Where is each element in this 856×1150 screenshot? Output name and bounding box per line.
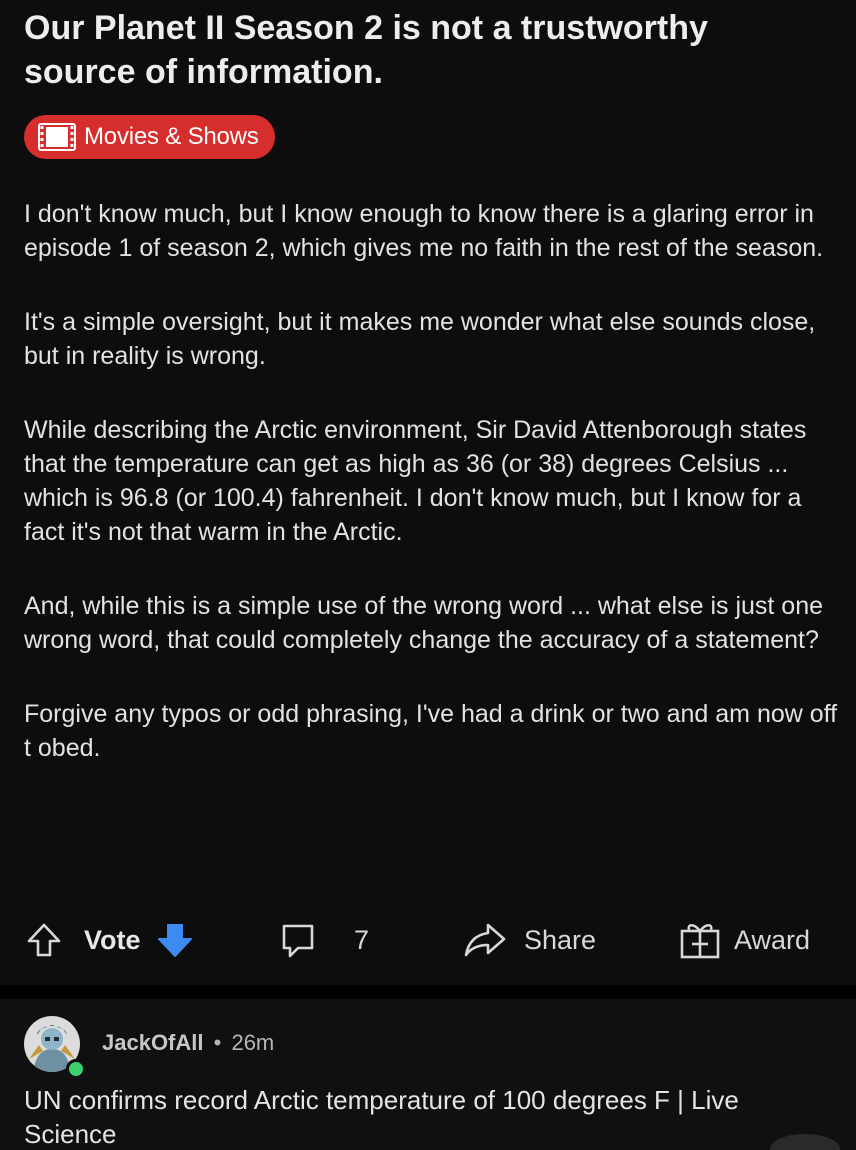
comment-username[interactable]: JackOfAll xyxy=(102,1030,204,1055)
online-status-indicator xyxy=(66,1059,86,1079)
gift-box-icon xyxy=(678,919,722,961)
upvote-arrow-icon[interactable] xyxy=(24,920,64,960)
section-divider xyxy=(0,985,856,999)
comment-count: 7 xyxy=(354,924,370,955)
post-flair[interactable]: Movies & Shows xyxy=(24,115,275,159)
award-button[interactable]: Award xyxy=(678,912,810,968)
downvote-arrow-icon[interactable] xyxy=(155,920,195,960)
post-paragraph: While describing the Arctic environment,… xyxy=(24,416,807,546)
comment-timestamp: 26m xyxy=(231,1030,275,1055)
comment-bubble-icon xyxy=(278,920,318,960)
film-icon xyxy=(38,123,76,151)
comment: JackOfAll • 26m UN confirms record Arcti… xyxy=(0,999,856,1150)
vote-group: Vote xyxy=(24,912,195,968)
flair-label: Movies & Shows xyxy=(84,123,259,150)
vote-label: Vote xyxy=(84,924,141,955)
award-label: Award xyxy=(734,924,811,955)
share-label: Share xyxy=(524,924,597,955)
post-paragraph: Forgive any typos or odd phrasing, I've … xyxy=(24,700,838,762)
post-paragraph: It's a simple oversight, but it makes me… xyxy=(24,308,816,370)
post-action-bar: Vote 7 Share Award xyxy=(0,912,856,968)
share-button[interactable]: Share xyxy=(462,912,596,968)
post-paragraph: I don't know much, but I know enough to … xyxy=(24,200,824,262)
post-title[interactable]: Our Planet II Season 2 is not a trustwor… xyxy=(24,6,824,94)
post-body: I don't know much, but I know enough to … xyxy=(24,197,839,805)
post-paragraph: And, while this is a simple use of the w… xyxy=(24,592,823,654)
share-arrow-icon xyxy=(462,920,508,960)
comment-meta: JackOfAll • 26m xyxy=(102,1029,274,1057)
post: Our Planet II Season 2 is not a trustwor… xyxy=(0,0,856,985)
meta-separator: • xyxy=(213,1030,222,1055)
comments-button[interactable]: 7 xyxy=(278,912,369,968)
comment-body: UN confirms record Arctic temperature of… xyxy=(24,1085,739,1149)
